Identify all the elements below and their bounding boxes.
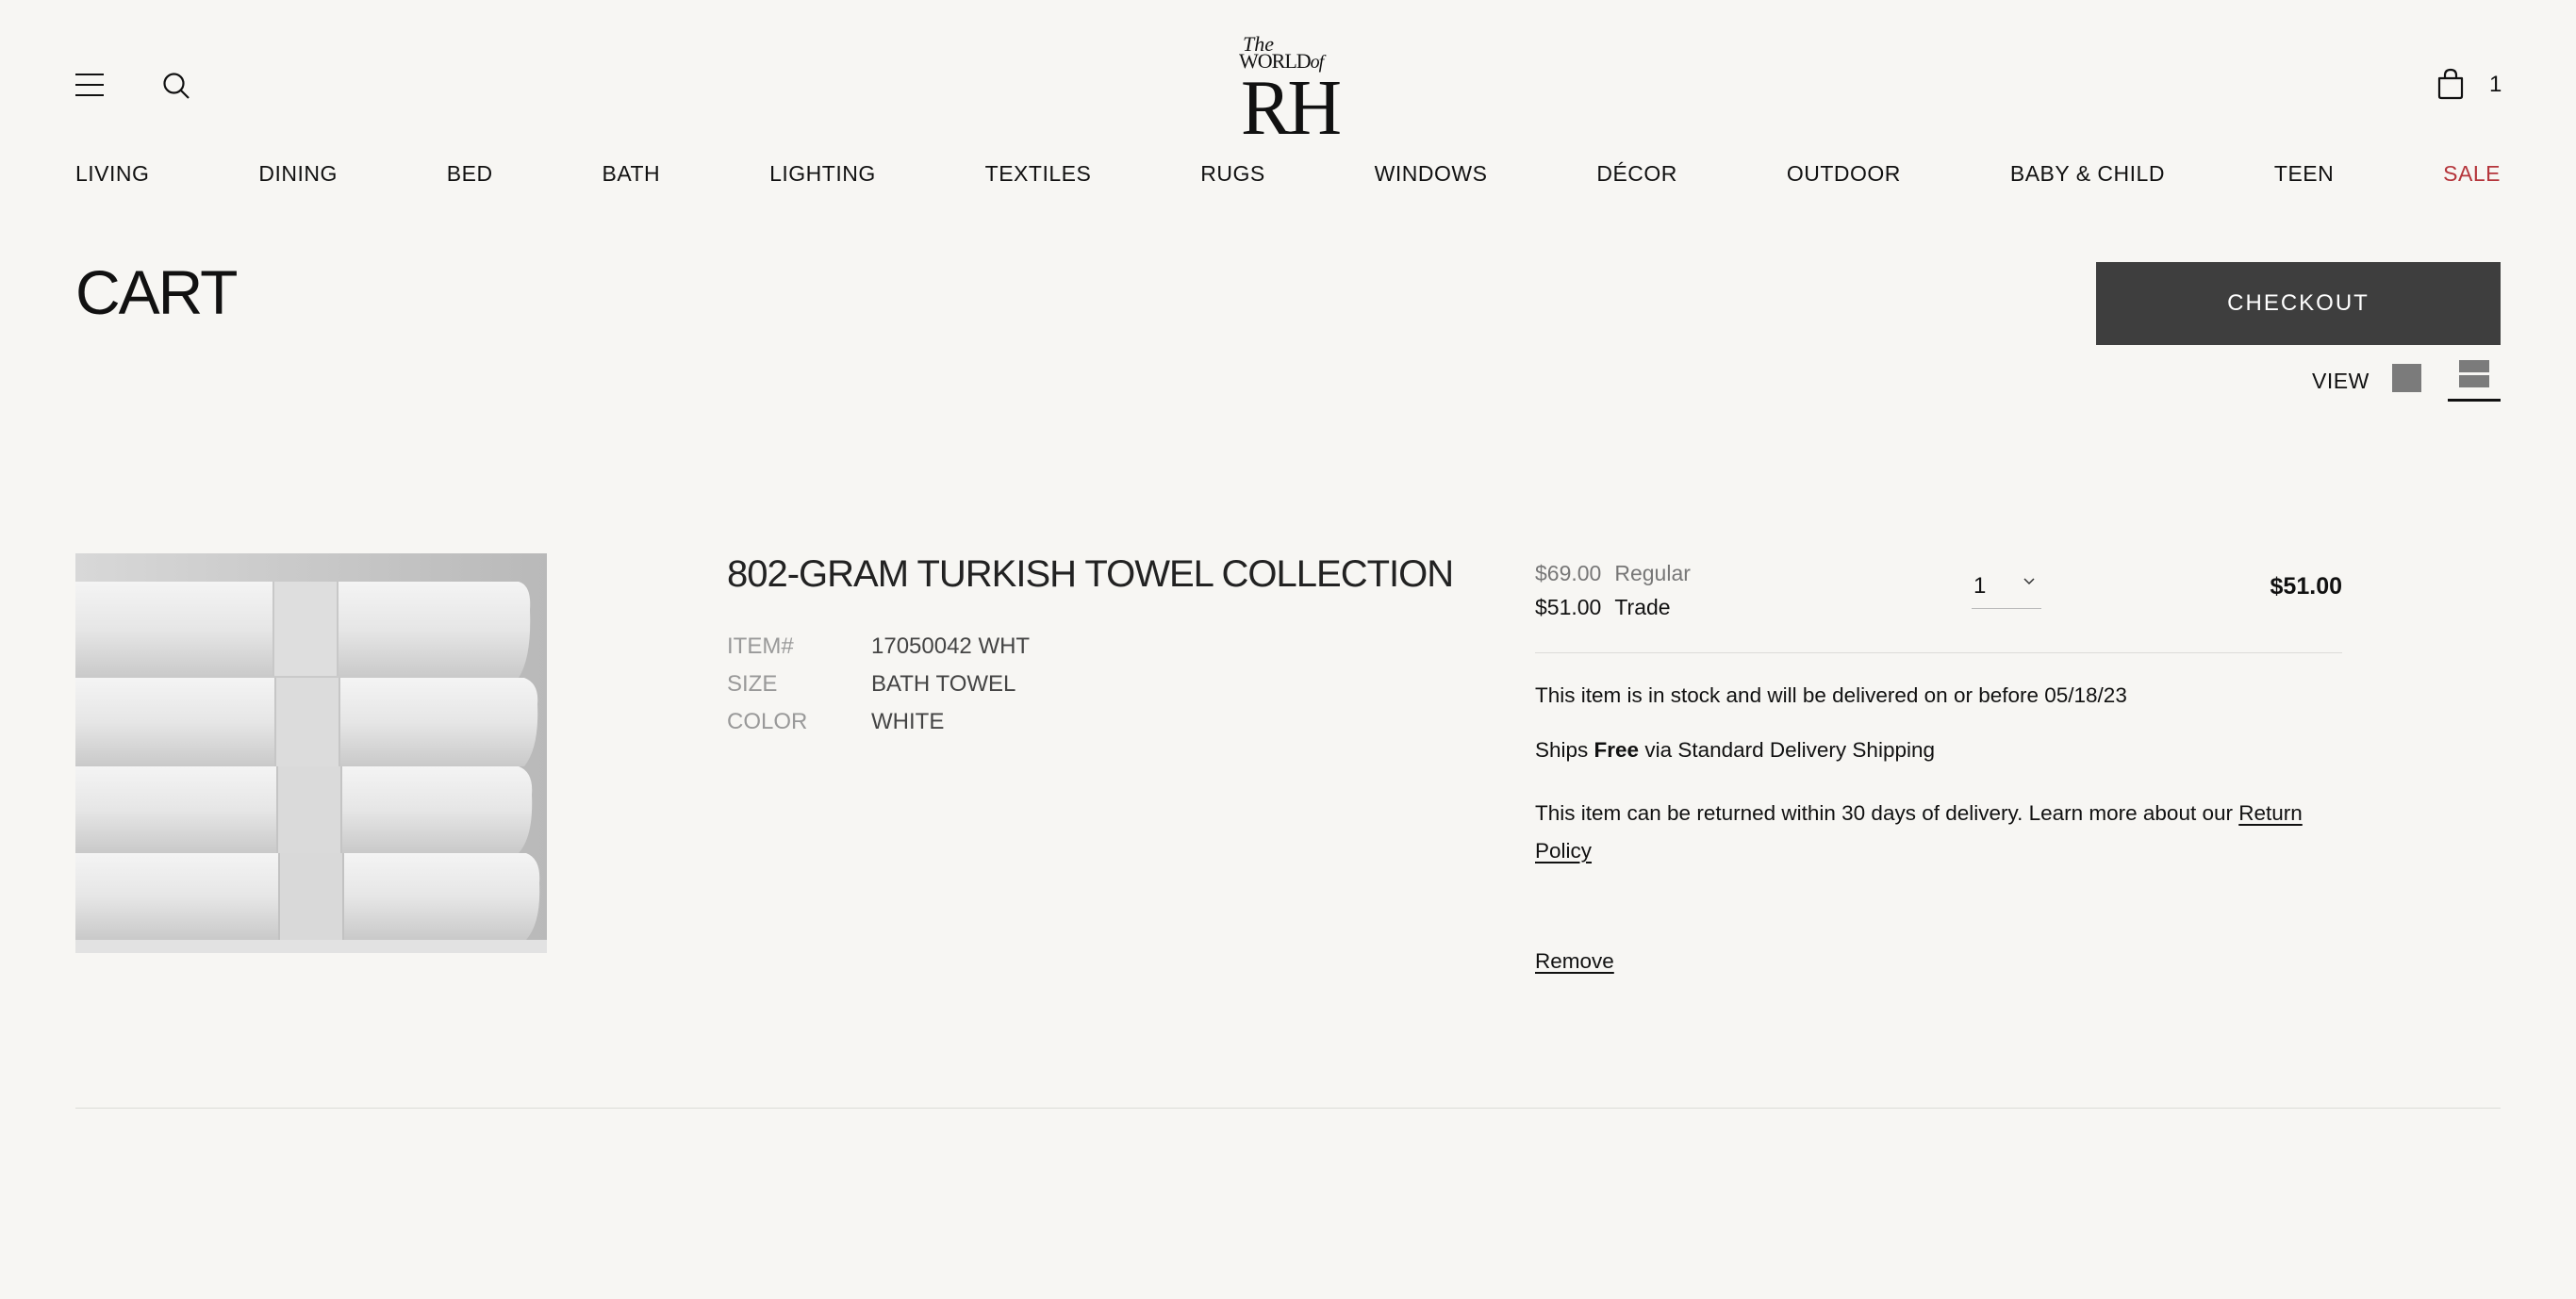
quantity-select[interactable]: 1: [1972, 567, 2041, 609]
view-label: VIEW: [2312, 369, 2370, 393]
item-number-label: ITEM#: [727, 633, 794, 659]
nav-item-bed[interactable]: BED: [447, 158, 493, 189]
size-label: SIZE: [727, 671, 778, 697]
nav-item-textiles[interactable]: TEXTILES: [985, 158, 1092, 189]
main-nav: LIVING DINING BED BATH LIGHTING TEXTILES…: [75, 158, 2501, 189]
nav-item-teen[interactable]: TEEN: [2274, 158, 2334, 189]
color-label: COLOR: [727, 709, 808, 734]
regular-price: $69.00: [1535, 561, 1602, 585]
size-value: BATH TOWEL: [871, 671, 1016, 697]
item-number-value: 17050042 WHT: [871, 633, 1031, 659]
checkout-button[interactable]: CHECKOUT: [2096, 262, 2501, 345]
divider: [1535, 652, 2342, 653]
color-value: WHITE: [871, 709, 945, 734]
remove-button[interactable]: Remove: [1535, 943, 1614, 980]
divider: [75, 1108, 2501, 1109]
cart-count-badge[interactable]: 1: [2489, 72, 2502, 98]
chevron-down-icon: [2023, 578, 2035, 585]
search-icon[interactable]: [162, 72, 190, 100]
nav-item-lighting[interactable]: LIGHTING: [769, 158, 876, 189]
nav-item-living[interactable]: LIVING: [75, 158, 149, 189]
grid-view-icon[interactable]: [2392, 364, 2421, 392]
cart-page: The WORLDof RH 1 LIVING DINING BED BATH …: [0, 0, 2576, 1299]
nav-item-decor[interactable]: DÉCOR: [1596, 158, 1677, 189]
page-title: CART: [75, 257, 238, 327]
nav-item-outdoor[interactable]: OUTDOOR: [1787, 158, 1901, 189]
nav-item-baby-child[interactable]: BABY & CHILD: [2010, 158, 2165, 189]
line-total: $51.00: [2270, 573, 2342, 600]
trade-price: $51.00: [1535, 595, 1602, 619]
rh-logo[interactable]: The WORLDof RH: [1235, 34, 1342, 151]
nav-item-sale[interactable]: SALE: [2443, 158, 2501, 189]
nav-item-windows[interactable]: WINDOWS: [1375, 158, 1488, 189]
nav-item-bath[interactable]: BATH: [603, 158, 661, 189]
regular-price-label: Regular: [1614, 561, 1691, 585]
menu-icon[interactable]: [75, 74, 104, 96]
trade-price-row: $51.00 Trade: [1535, 590, 1691, 624]
stock-message: This item is in stock and will be delive…: [1535, 683, 2127, 707]
product-title[interactable]: 802-GRAM TURKISH TOWEL COLLECTION: [727, 551, 1454, 598]
product-image[interactable]: [75, 553, 547, 953]
nav-item-rugs[interactable]: RUGS: [1200, 158, 1264, 189]
regular-price-row: $69.00 Regular: [1535, 556, 1691, 590]
trade-price-label: Trade: [1614, 595, 1671, 619]
nav-item-dining[interactable]: DINING: [258, 158, 338, 189]
price-block: $69.00 Regular $51.00 Trade: [1535, 556, 1691, 624]
return-message: This item can be returned within 30 days…: [1535, 801, 2303, 863]
shipping-message: Ships Free via Standard Delivery Shippin…: [1535, 738, 1936, 762]
quantity-value: 1: [1973, 573, 1987, 599]
list-view-icon[interactable]: [2448, 360, 2501, 402]
towel-stack-image: [75, 553, 547, 953]
shopping-bag-icon[interactable]: [2436, 68, 2465, 100]
